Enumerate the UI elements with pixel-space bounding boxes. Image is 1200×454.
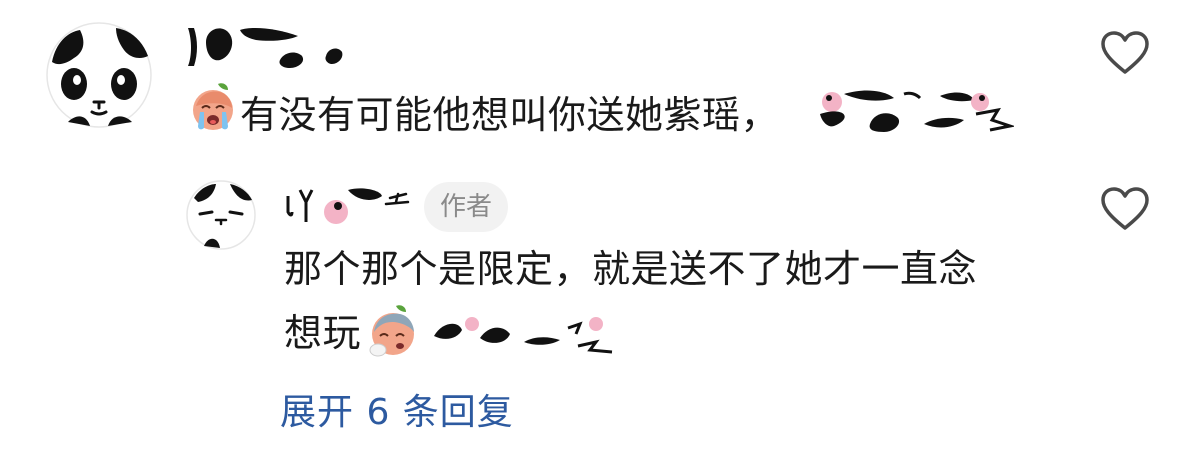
author-badge: 作者: [424, 182, 509, 232]
expand-replies-link[interactable]: 展开 6 条回复: [280, 388, 514, 438]
reply-text-line-1: 那个那个是限定，就是送不了她才一直念: [284, 247, 978, 291]
avatar[interactable]: [46, 22, 152, 128]
username-pattern[interactable]: [180, 20, 362, 72]
reply-heart-outline-icon[interactable]: [1100, 186, 1150, 232]
heart-outline-icon[interactable]: [1100, 30, 1150, 76]
reply-pattern-sticker: [434, 317, 613, 354]
fainting-emoji-icon: [369, 305, 414, 357]
reply-text-line-2: 想玩: [284, 311, 362, 355]
reply-username-pattern[interactable]: [282, 182, 414, 230]
comment-text: 有没有可能他想叫你送她紫瑶，: [240, 93, 780, 137]
crying-emoji-icon: [193, 83, 233, 130]
reply-avatar[interactable]: [186, 180, 256, 250]
pattern-sticker: [820, 90, 1014, 132]
